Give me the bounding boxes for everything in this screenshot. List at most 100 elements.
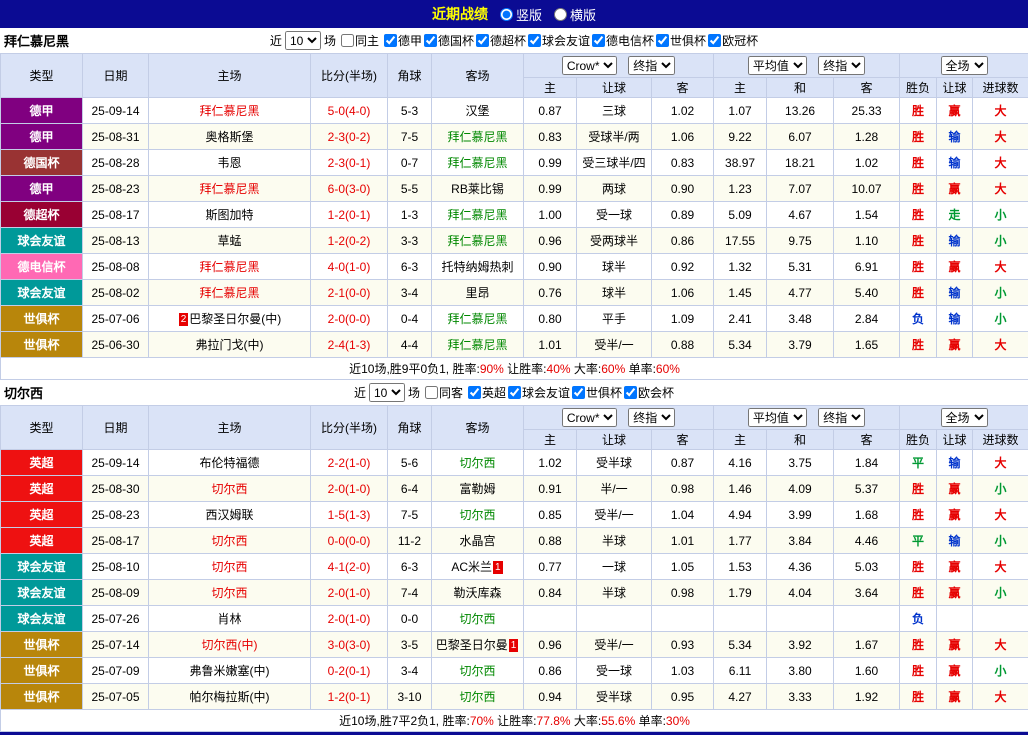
horizontal-radio[interactable]: [554, 8, 567, 21]
vertical-radio[interactable]: [500, 8, 513, 21]
away-team: 拜仁慕尼黑: [432, 228, 524, 254]
away-team-name: 巴黎圣日尔曼: [436, 638, 508, 652]
competition-label: 英超: [482, 384, 506, 401]
summary-stat-label: 大率:: [571, 714, 602, 728]
handicap-home-odds: 1.00: [524, 202, 577, 228]
same-side-filter[interactable]: 同客: [423, 384, 463, 401]
competition-checkbox[interactable]: [528, 34, 541, 47]
col-date: 日期: [83, 54, 149, 98]
competition-filter[interactable]: 欧冠杯: [706, 32, 758, 49]
competition-checkbox[interactable]: [468, 386, 481, 399]
result-goals: 大: [973, 124, 1028, 150]
match-row: 英超25-08-30切尔西2-0(1-0)6-4富勒姆0.91半/一0.981.…: [1, 476, 1028, 502]
result-handicap: 赢: [937, 684, 973, 710]
competition-checkbox[interactable]: [476, 34, 489, 47]
competition-checkbox[interactable]: [572, 386, 585, 399]
euro-odds-header: 平均值 终指: [714, 406, 900, 430]
away-team-name: 富勒姆: [459, 482, 495, 496]
euro-draw-odds: 18.21: [767, 150, 834, 176]
same-side-label: 同客: [439, 384, 463, 401]
handicap-odds-header: Crow* 终指: [524, 406, 714, 430]
home-team: 拜仁慕尼黑: [149, 280, 311, 306]
away-team-name: 汉堡: [465, 104, 489, 118]
odds-company-select[interactable]: Crow*: [562, 408, 617, 427]
euro-away-odds: 1.54: [834, 202, 900, 228]
full-match-select[interactable]: 全场: [941, 408, 988, 427]
recent-count-select[interactable]: 10: [285, 31, 321, 50]
home-team-name: 拜仁慕尼黑: [199, 104, 259, 118]
euro-draw-odds: 3.48: [767, 306, 834, 332]
euro-home-odds: 17.55: [714, 228, 767, 254]
summary-stat-label: 胜率:: [452, 362, 479, 376]
layout-horizontal-option[interactable]: 横版: [554, 5, 596, 24]
final-odds-select[interactable]: 终指: [628, 408, 675, 427]
euro-home-odds: 1.46: [714, 476, 767, 502]
page-title: 近期战绩: [432, 4, 488, 24]
full-match-select[interactable]: 全场: [941, 56, 988, 75]
near-label: 近: [354, 384, 366, 401]
same-side-filter[interactable]: 同主: [339, 32, 379, 49]
competition-filter[interactable]: 德电信杯: [590, 32, 654, 49]
final-odds-select[interactable]: 终指: [628, 56, 675, 75]
handicap-line: 受半/一: [577, 502, 652, 528]
competition-checkbox[interactable]: [424, 34, 437, 47]
home-team-name: 巴黎圣日尔曼(中): [189, 312, 281, 326]
corner-score: 3-4: [388, 280, 432, 306]
competition-filter[interactable]: 德国杯: [422, 32, 474, 49]
competition-filter[interactable]: 英超: [466, 384, 506, 401]
handicap-line: [577, 606, 652, 632]
summary-stat-label: 大率:: [571, 362, 602, 376]
away-team: 拜仁慕尼黑: [432, 202, 524, 228]
competition-checkbox[interactable]: [708, 34, 721, 47]
odds-company-select[interactable]: Crow*: [562, 56, 617, 75]
competition-checkbox[interactable]: [656, 34, 669, 47]
corner-score: 7-5: [388, 502, 432, 528]
result-goals: 大: [973, 502, 1028, 528]
euro-home-odds: 1.79: [714, 580, 767, 606]
handicap-odds-header: Crow* 终指: [524, 54, 714, 78]
result-handicap: 赢: [937, 332, 973, 358]
competition-filter[interactable]: 球会友谊: [526, 32, 590, 49]
corner-score: 11-2: [388, 528, 432, 554]
competition-filter[interactable]: 世俱杯: [570, 384, 622, 401]
home-team-name: 布伦特福德: [199, 456, 259, 470]
team-section-0: 拜仁慕尼黑 近 10 场 同主 德甲德国杯德超杯球会友谊德电信杯世俱杯欧冠杯 类…: [0, 28, 1028, 380]
recent-count-select[interactable]: 10: [369, 383, 405, 402]
euro-away-odds: 3.64: [834, 580, 900, 606]
summary-stat-value: 70%: [470, 714, 494, 728]
layout-vertical-option[interactable]: 竖版: [500, 5, 542, 24]
final-odds-select-2[interactable]: 终指: [818, 408, 865, 427]
handicap-away-odds: 1.02: [652, 98, 714, 124]
competition-filter[interactable]: 欧会杯: [622, 384, 674, 401]
competition-badge: 球会友谊: [1, 554, 83, 580]
competition-badge: 世俱杯: [1, 332, 83, 358]
competition-label: 德超杯: [490, 32, 526, 49]
competition-checkbox[interactable]: [384, 34, 397, 47]
competition-filter[interactable]: 德超杯: [474, 32, 526, 49]
final-odds-select-2[interactable]: 终指: [818, 56, 865, 75]
competition-filter[interactable]: 世俱杯: [654, 32, 706, 49]
competition-checkbox[interactable]: [624, 386, 637, 399]
away-team-name: 拜仁慕尼黑: [447, 338, 507, 352]
competition-badge: 英超: [1, 502, 83, 528]
away-team: 拜仁慕尼黑: [432, 150, 524, 176]
competition-checkbox[interactable]: [508, 386, 521, 399]
euro-draw-odds: 4.67: [767, 202, 834, 228]
away-team-name: 拜仁慕尼黑: [447, 312, 507, 326]
competition-filter[interactable]: 德甲: [382, 32, 422, 49]
competition-badge: 德甲: [1, 98, 83, 124]
average-odds-select[interactable]: 平均值: [748, 408, 807, 427]
result-winloss: 胜: [900, 176, 937, 202]
competition-badge: 德超杯: [1, 202, 83, 228]
competition-checkbox[interactable]: [592, 34, 605, 47]
competition-filter[interactable]: 球会友谊: [506, 384, 570, 401]
result-winloss: 胜: [900, 202, 937, 228]
average-odds-select[interactable]: 平均值: [748, 56, 807, 75]
same-side-checkbox-1[interactable]: [425, 386, 438, 399]
same-side-checkbox-0[interactable]: [341, 34, 354, 47]
col-euro-away: 客: [834, 78, 900, 98]
euro-home-odds: 6.11: [714, 658, 767, 684]
competition-badge: 球会友谊: [1, 280, 83, 306]
summary-stat-value: 77.8%: [537, 714, 571, 728]
competition-label: 球会友谊: [542, 32, 590, 49]
